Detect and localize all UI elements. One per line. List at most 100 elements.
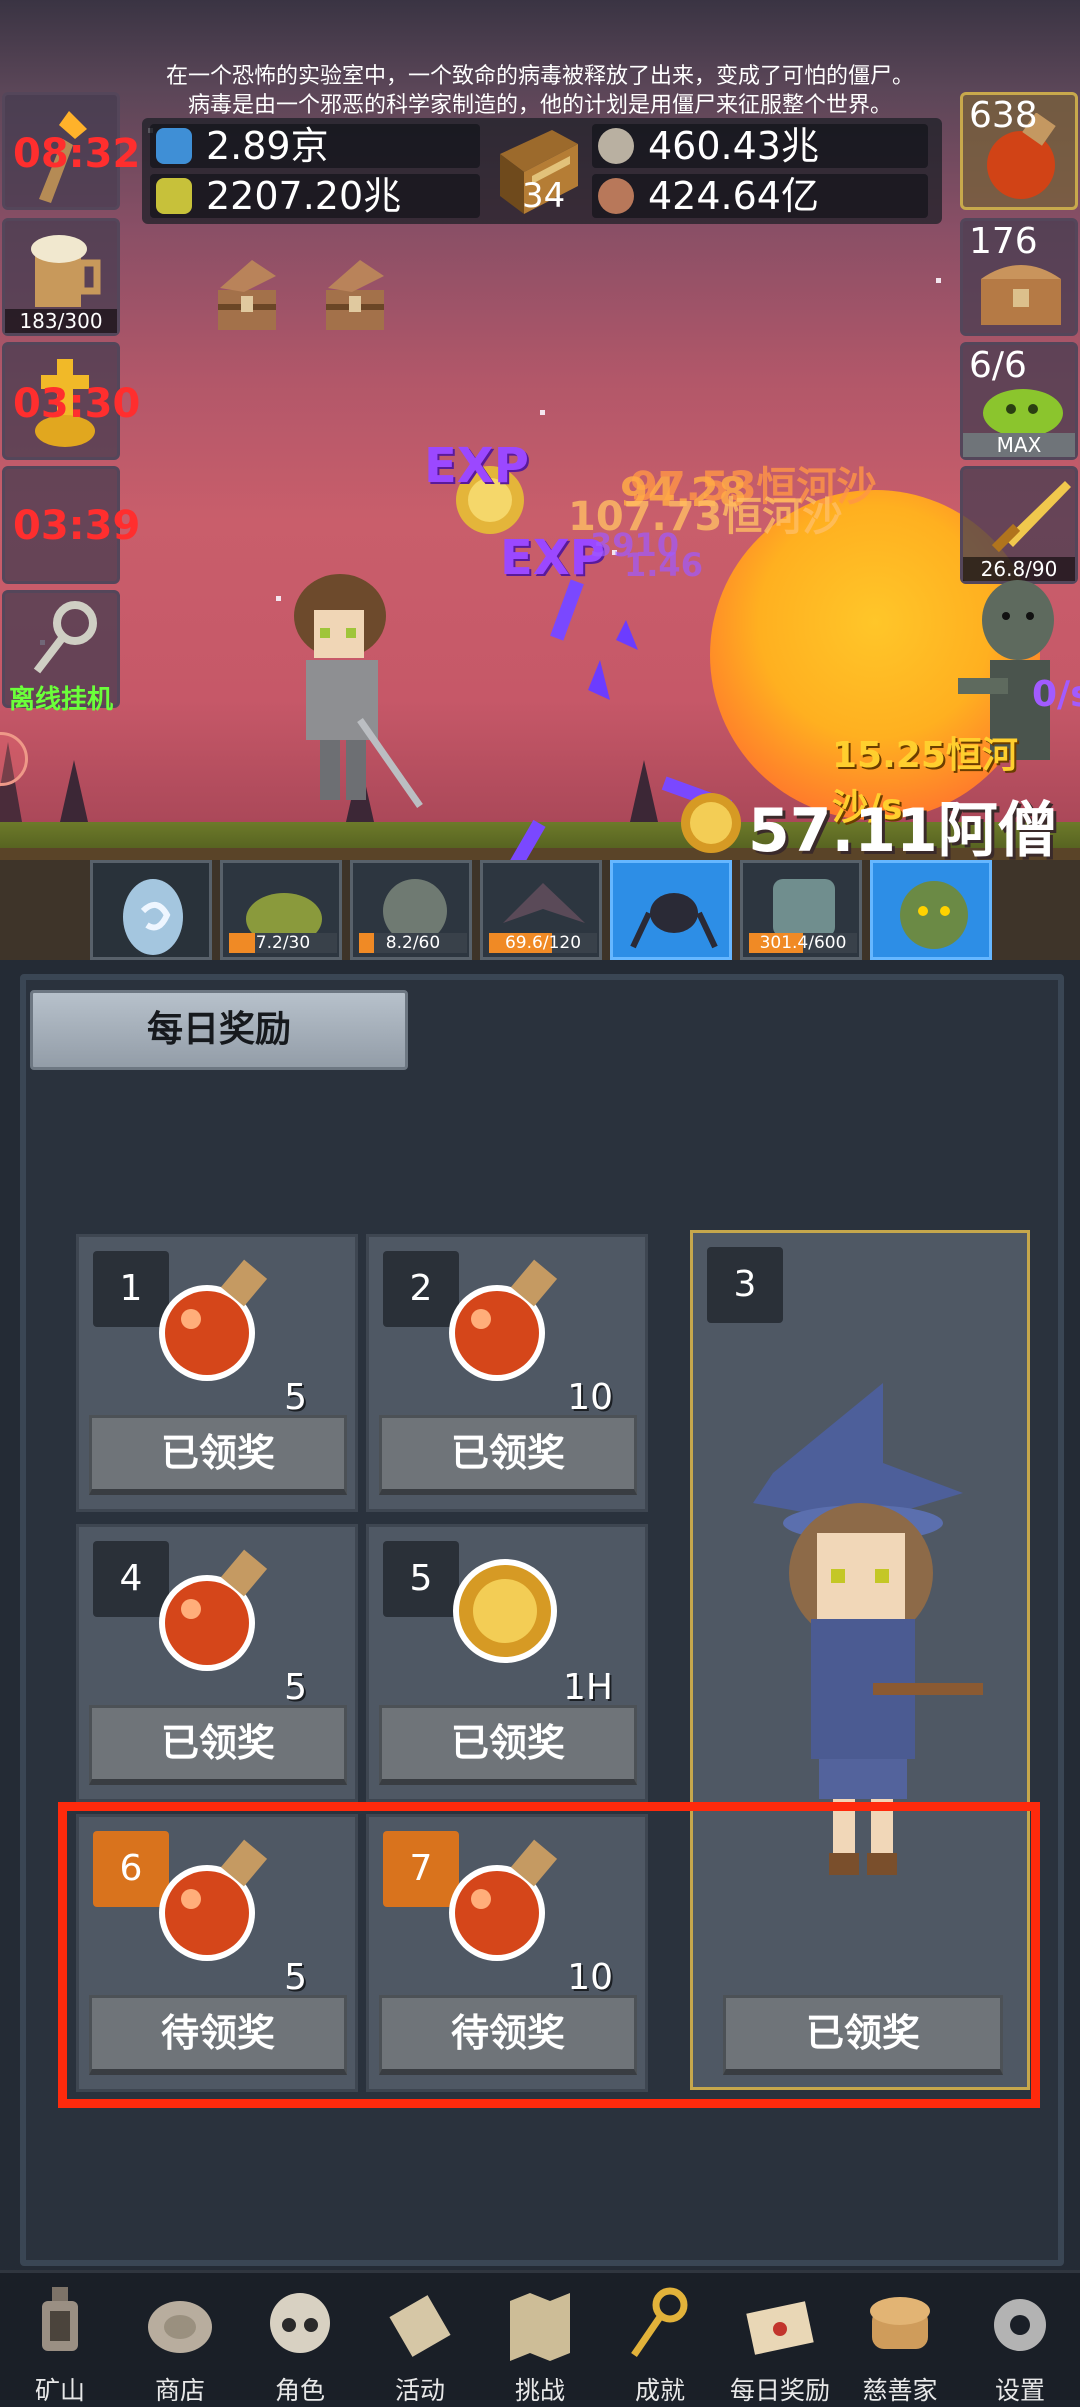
claimed-button[interactable]: 已领奖 <box>379 1415 637 1495</box>
beer-button[interactable]: 183/300 <box>2 218 120 336</box>
torch-timer: 08:32 <box>13 131 141 177</box>
resource-green-potion: 2207.20兆 <box>150 174 480 218</box>
nav-daily-reward[interactable]: 每日奖励 <box>720 2273 840 2405</box>
nav-label: 设置 <box>994 2376 1045 2405</box>
gold-bag-button[interactable]: 03:30 <box>2 342 140 460</box>
claimed-button[interactable]: 已领奖 <box>89 1705 347 1785</box>
nav-label: 慈善家 <box>862 2376 938 2405</box>
egg-icon <box>123 879 183 955</box>
story-line-1: 在一个恐怖的实验室中，一个致命的病毒被释放了出来，变成了可怕的僵尸。 <box>165 64 914 89</box>
chest-icon[interactable] <box>320 252 390 336</box>
green-potion-value: 2207.20兆 <box>206 174 402 218</box>
resource-blue-potion: 2.89京 <box>150 124 480 168</box>
timer-button[interactable]: 03:39 <box>2 466 140 584</box>
progress-text: 69.6/120 <box>504 933 582 953</box>
round-side-button[interactable] <box>0 732 28 786</box>
game-scene[interactable]: 在一个恐怖的实验室中，一个致命的病毒被释放了出来，变成了可怕的僵尸。 病毒是由一… <box>0 0 1080 860</box>
potion-stock-button[interactable]: 638 <box>960 92 1078 210</box>
nav-character[interactable]: 角色 <box>240 2273 360 2405</box>
monster-slot-spider[interactable] <box>610 860 732 960</box>
monster-slot-zombie[interactable]: 8.2/60 <box>350 860 472 960</box>
stone-icon <box>598 128 634 164</box>
speed-unit: 0/s <box>1032 674 1080 715</box>
torch-button[interactable]: 08:32 <box>2 92 140 210</box>
float-number: 1.46 <box>624 546 703 584</box>
claimed-button[interactable]: 已领奖 <box>379 1705 637 1785</box>
golden-sword-icon <box>991 481 1071 553</box>
bread-icon <box>870 2297 930 2349</box>
chest-count: 176 <box>969 221 1038 262</box>
slime-button[interactable]: 6/6 MAX <box>960 342 1078 460</box>
nav-challenge[interactable]: 挑战 <box>480 2273 600 2405</box>
book-level: 34 <box>522 176 566 216</box>
key-icon <box>33 601 97 674</box>
blue-potion-icon <box>156 128 192 164</box>
nav-label: 角色 <box>274 2376 325 2405</box>
reward-day-4: 4 5 已领奖 <box>76 1524 358 1802</box>
nav-settings[interactable]: 设置 <box>960 2273 1080 2405</box>
book-button[interactable]: 34 <box>494 124 580 218</box>
chest-icon[interactable] <box>212 252 282 336</box>
slime-max-label: MAX <box>963 433 1075 457</box>
lantern-icon <box>42 2287 78 2351</box>
nav-mine[interactable]: 矿山 <box>0 2273 120 2405</box>
gold-total: 57.11阿僧祇 <box>748 796 1058 860</box>
gold-coin-icon <box>453 1559 557 1663</box>
gold-coin-icon <box>681 793 741 853</box>
ghoul-icon <box>773 879 835 937</box>
spider-icon <box>630 893 718 949</box>
nav-achievements[interactable]: 成就 <box>600 2273 720 2405</box>
red-potion-icon <box>449 1259 558 1381</box>
reward-day-1: 1 5 已领奖 <box>76 1234 358 1512</box>
scroll-icon <box>389 2295 451 2357</box>
nav-philanthropist[interactable]: 慈善家 <box>840 2273 960 2405</box>
nav-label: 每日奖励 <box>729 2376 830 2405</box>
nav-label: 商店 <box>154 2376 205 2405</box>
reward-quantity: 5 <box>284 1377 307 1418</box>
monster-slot-ghoul[interactable]: 301.4/600 <box>740 860 862 960</box>
reward-day-2: 2 10 已领奖 <box>366 1234 648 1512</box>
progress-text: 7.2/30 <box>255 933 311 953</box>
sword-label: 26.8/90 <box>963 557 1075 581</box>
story-line-2: 病毒是由一个邪恶的科学家制造的，他的计划是用僵尸来征服整个世界。 <box>187 93 892 118</box>
treasure-chest-icon <box>981 265 1061 325</box>
stone-value: 460.43兆 <box>648 124 819 168</box>
offline-idle-button[interactable]: 离线挂机 <box>2 590 120 715</box>
gold-timer: 03:30 <box>13 381 141 427</box>
highlight-box <box>58 1802 1040 2108</box>
story-text: 在一个恐怖的实验室中，一个致命的病毒被释放了出来，变成了可怕的僵尸。 病毒是由一… <box>90 62 990 120</box>
reward-quantity: 5 <box>284 1667 307 1708</box>
knight-hero <box>294 574 423 809</box>
nav-shop[interactable]: 商店 <box>120 2273 240 2405</box>
shop-stone-icon <box>148 2301 212 2353</box>
sword-button[interactable]: 26.8/90 <box>960 466 1078 584</box>
panel-title: 每日奖励 <box>30 990 408 1070</box>
monster-slot-egg[interactable] <box>90 860 212 960</box>
beer-label: 183/300 <box>5 309 117 333</box>
nav-events[interactable]: 活动 <box>360 2273 480 2405</box>
envelope-icon <box>746 2301 814 2355</box>
reward-day-5: 5 1H 已领奖 <box>366 1524 648 1802</box>
nav-label: 矿山 <box>34 2376 85 2405</box>
chest-button[interactable]: 176 <box>960 218 1078 336</box>
gear-icon <box>994 2299 1046 2351</box>
progress-fill <box>359 933 375 953</box>
resource-stone: 460.43兆 <box>592 124 928 168</box>
monster-slot-bat[interactable]: 69.6/120 <box>480 860 602 960</box>
progress-bar: 69.6/120 <box>489 933 597 953</box>
monster-slot-slime[interactable]: 7.2/30 <box>220 860 342 960</box>
mountain <box>60 760 88 822</box>
nav-label: 成就 <box>634 2376 685 2405</box>
monster-slot-orc[interactable] <box>870 860 992 960</box>
star <box>540 410 545 415</box>
progress-bar: 7.2/30 <box>229 933 337 953</box>
orc-icon <box>900 881 968 949</box>
day-number: 3 <box>707 1247 783 1323</box>
resource-meat: 424.64亿 <box>592 174 928 218</box>
beer-mug-icon <box>31 235 101 307</box>
claimed-button[interactable]: 已领奖 <box>89 1415 347 1495</box>
green-potion-icon <box>156 178 192 214</box>
red-potion-icon <box>159 1259 268 1381</box>
progress-text: 301.4/600 <box>759 933 847 953</box>
red-potion-icon <box>159 1549 268 1671</box>
